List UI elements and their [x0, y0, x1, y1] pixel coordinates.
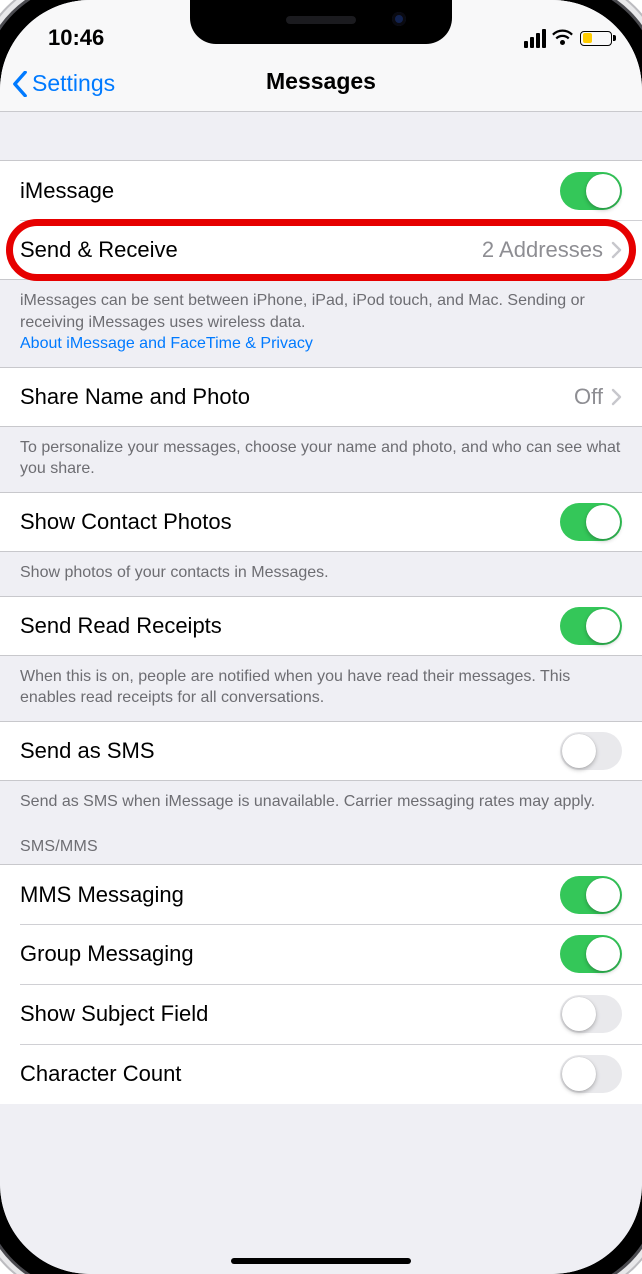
row-read-receipts: Send Read Receipts: [0, 596, 642, 656]
screen: 10:46 Settings Messages: [0, 0, 642, 1274]
footer-imessage: iMessages can be sent between iPhone, iP…: [0, 280, 642, 367]
device-notch: [190, 0, 452, 44]
row-label: Show Contact Photos: [20, 509, 560, 535]
chevron-right-icon: [611, 241, 622, 259]
switch-mms-messaging[interactable]: [560, 876, 622, 914]
row-character-count: Character Count: [0, 1044, 642, 1104]
switch-character-count[interactable]: [560, 1055, 622, 1093]
wifi-icon: [552, 30, 574, 46]
link-imessage-privacy[interactable]: About iMessage and FaceTime & Privacy: [20, 335, 313, 352]
footer-read-receipts: When this is on, people are notified whe…: [0, 656, 642, 721]
switch-show-contact-photos[interactable]: [560, 503, 622, 541]
switch-send-as-sms[interactable]: [560, 732, 622, 770]
home-indicator[interactable]: [231, 1258, 411, 1264]
row-value: Off: [574, 384, 603, 410]
row-label: Share Name and Photo: [20, 384, 574, 410]
switch-group-messaging[interactable]: [560, 935, 622, 973]
row-send-receive[interactable]: Send & Receive 2 Addresses: [0, 220, 642, 280]
row-label: Show Subject Field: [20, 1001, 560, 1027]
row-label: Group Messaging: [20, 941, 560, 967]
settings-content[interactable]: iMessage Send & Receive 2 Addresses iMes…: [0, 112, 642, 1274]
footer-share-name-photo: To personalize your messages, choose you…: [0, 427, 642, 492]
chevron-right-icon: [611, 388, 622, 406]
battery-icon: [580, 31, 612, 46]
row-mms-messaging: MMS Messaging: [0, 864, 642, 924]
row-label: iMessage: [20, 178, 560, 204]
switch-read-receipts[interactable]: [560, 607, 622, 645]
status-time: 10:46: [48, 25, 104, 51]
row-label: Send & Receive: [20, 237, 482, 263]
row-show-subject-field: Show Subject Field: [0, 984, 642, 1044]
row-group-messaging: Group Messaging: [0, 924, 642, 984]
nav-title: Messages: [0, 68, 642, 95]
row-show-contact-photos: Show Contact Photos: [0, 492, 642, 552]
row-value: 2 Addresses: [482, 237, 603, 263]
row-send-as-sms: Send as SMS: [0, 721, 642, 781]
switch-show-subject-field[interactable]: [560, 995, 622, 1033]
row-label: Send as SMS: [20, 738, 560, 764]
cellular-signal-icon: [524, 29, 546, 48]
row-imessage: iMessage: [0, 160, 642, 220]
switch-imessage[interactable]: [560, 172, 622, 210]
row-label: MMS Messaging: [20, 882, 560, 908]
footer-send-as-sms: Send as SMS when iMessage is unavailable…: [0, 781, 642, 825]
footer-show-contact-photos: Show photos of your contacts in Messages…: [0, 552, 642, 596]
row-label: Character Count: [20, 1061, 560, 1087]
row-share-name-photo[interactable]: Share Name and Photo Off: [0, 367, 642, 427]
section-header-smsmms: SMS/MMS: [0, 824, 642, 864]
row-label: Send Read Receipts: [20, 613, 560, 639]
